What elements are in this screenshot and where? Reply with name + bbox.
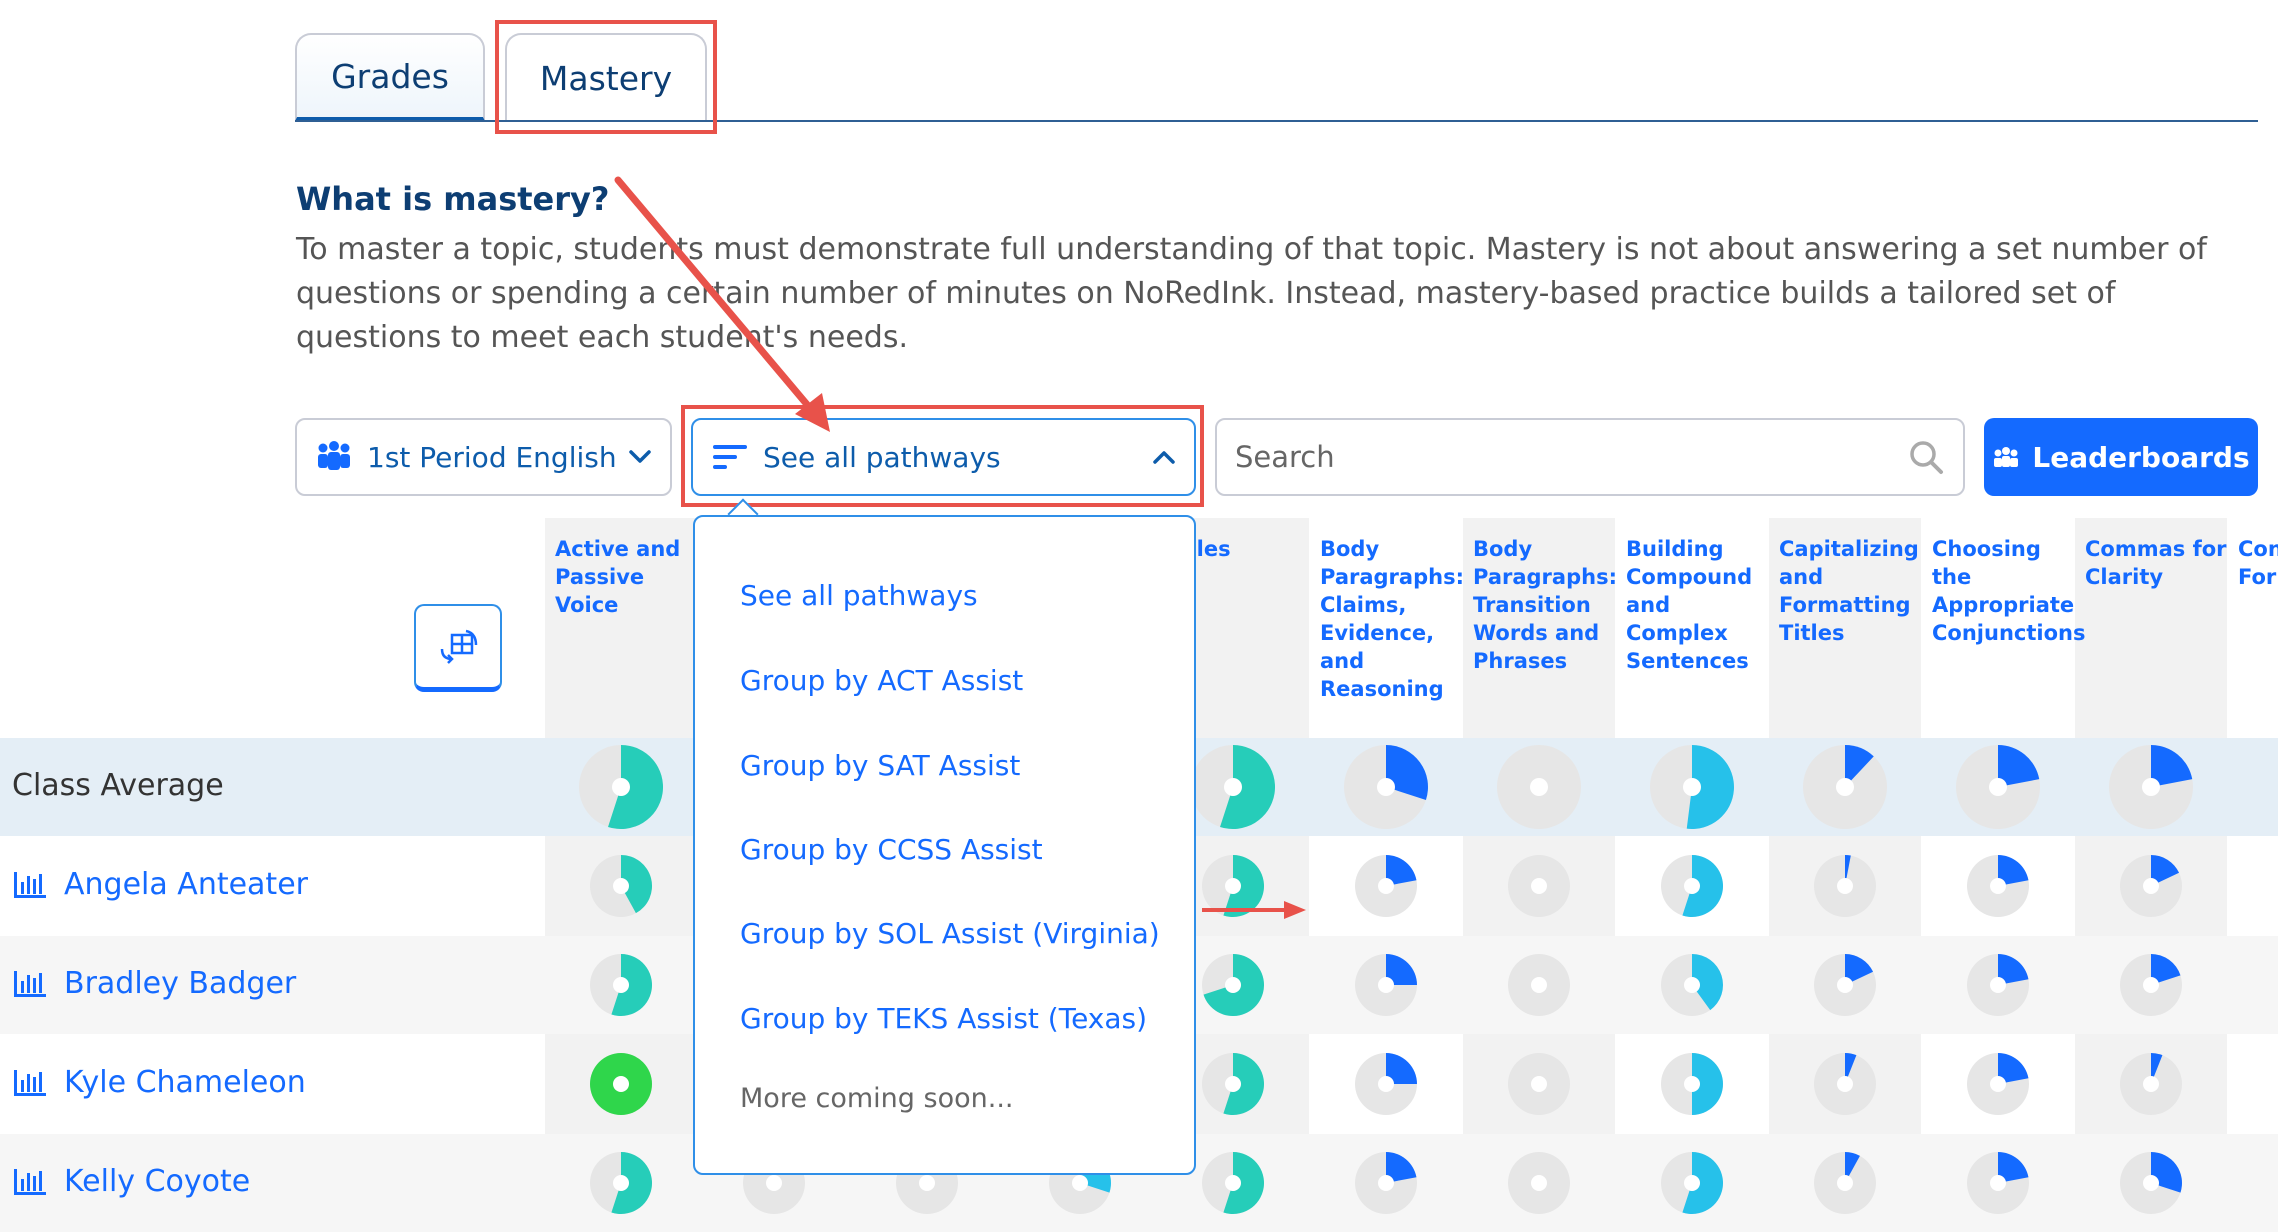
annotation-arrows bbox=[614, 176, 1306, 919]
arrow-head-grid bbox=[1284, 901, 1306, 919]
arrow-to-pathway-select bbox=[614, 176, 819, 418]
